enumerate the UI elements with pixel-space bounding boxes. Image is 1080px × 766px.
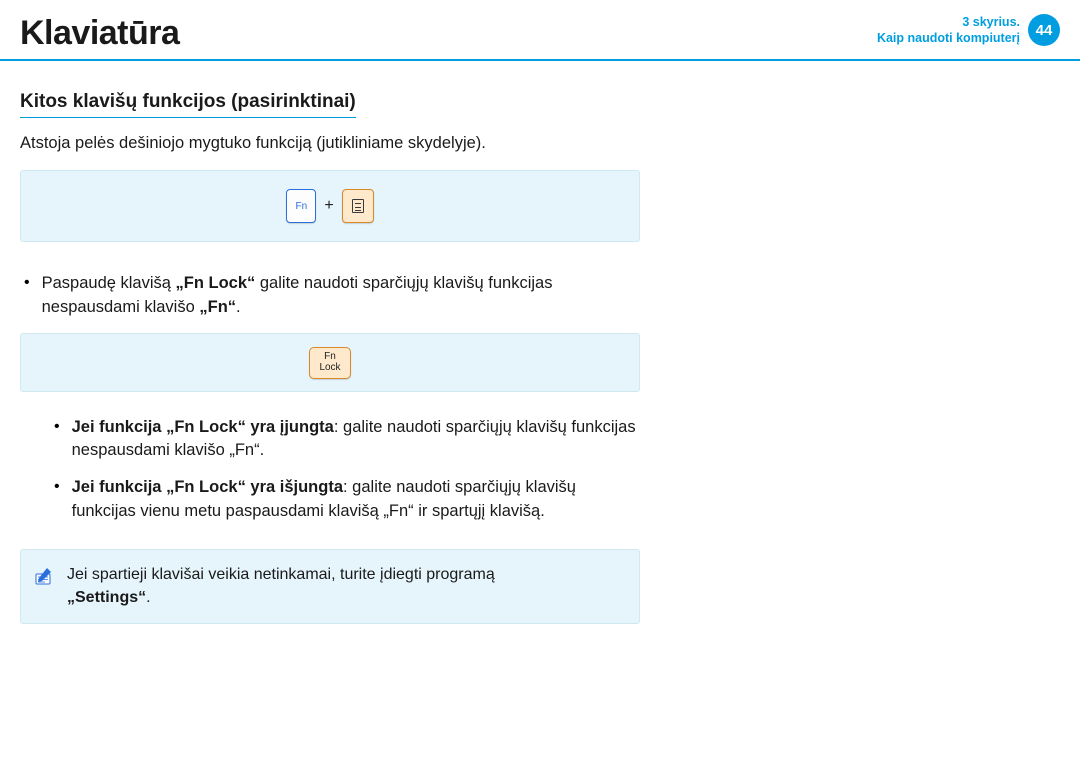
context-menu-key-icon <box>342 189 374 223</box>
bullet-text: Jei funkcija „Fn Lock“ yra išjungta: gal… <box>72 476 640 523</box>
key-combo-row: Fn + <box>286 189 373 223</box>
page-header: Klaviatūra 3 skyrius. Kaip naudoti kompi… <box>0 0 1080 61</box>
sub-bullet-list: • Jei funkcija „Fn Lock“ yra įjungta: ga… <box>20 416 640 524</box>
header-right: 3 skyrius. Kaip naudoti kompiuterį 44 <box>877 14 1060 47</box>
bullet-marker: • <box>20 272 30 319</box>
bullet-marker: • <box>50 476 60 523</box>
text-post: . <box>236 298 241 316</box>
fnlock-line2: Lock <box>319 363 340 374</box>
sub1-bold: Jei funkcija „Fn Lock“ yra įjungta <box>72 418 334 436</box>
intro-paragraph: Atstoja pelės dešiniojo mygtuko funkciją… <box>20 132 640 154</box>
note-line1: Jei spartieji klavišai veikia netinkamai… <box>67 566 495 583</box>
chapter-line2: Kaip naudoti kompiuterį <box>877 30 1020 46</box>
page-title: Klaviatūra <box>20 14 179 53</box>
text-pre: Paspaudę klavišą <box>42 274 176 292</box>
fnlock-key-icon: Fn Lock <box>309 347 351 379</box>
fn-key-icon: Fn <box>286 189 316 223</box>
note-pencil-icon <box>33 564 55 593</box>
bullet-text: Jei funkcija „Fn Lock“ yra įjungta: gali… <box>72 416 640 463</box>
sub-bullet-off: • Jei funkcija „Fn Lock“ yra išjungta: g… <box>50 476 640 523</box>
bullet-fnlock-intro: • Paspaudę klavišą „Fn Lock“ galite naud… <box>20 272 640 319</box>
note-text: Jei spartieji klavišai veikia netinkamai… <box>67 564 495 609</box>
content-column: Kitos klavišų funkcijos (pasirinktinai) … <box>0 61 660 644</box>
note-box: Jei spartieji klavišai veikia netinkamai… <box>20 549 640 624</box>
page-number-badge: 44 <box>1028 14 1060 46</box>
bullet-marker: • <box>50 416 60 463</box>
bullet-text: Paspaudę klavišą „Fn Lock“ galite naudot… <box>42 272 640 319</box>
chapter-line1: 3 skyrius. <box>877 14 1020 30</box>
section-heading: Kitos klavišų funkcijos (pasirinktinai) <box>20 91 356 118</box>
sub2-bold: Jei funkcija „Fn Lock“ yra išjungta <box>72 478 343 496</box>
key-combo-box: Fn + <box>20 170 640 242</box>
note-bold: „Settings“ <box>67 589 146 606</box>
menu-glyph-icon <box>352 199 364 213</box>
text-bold-fn: „Fn“ <box>199 298 236 316</box>
chapter-label: 3 skyrius. Kaip naudoti kompiuterį <box>877 14 1020 47</box>
sub-bullet-on: • Jei funkcija „Fn Lock“ yra įjungta: ga… <box>50 416 640 463</box>
fnlock-key-box: Fn Lock <box>20 333 640 392</box>
text-bold-fnlock: „Fn Lock“ <box>176 274 256 292</box>
plus-symbol: + <box>324 197 333 215</box>
note-post: . <box>146 589 150 606</box>
